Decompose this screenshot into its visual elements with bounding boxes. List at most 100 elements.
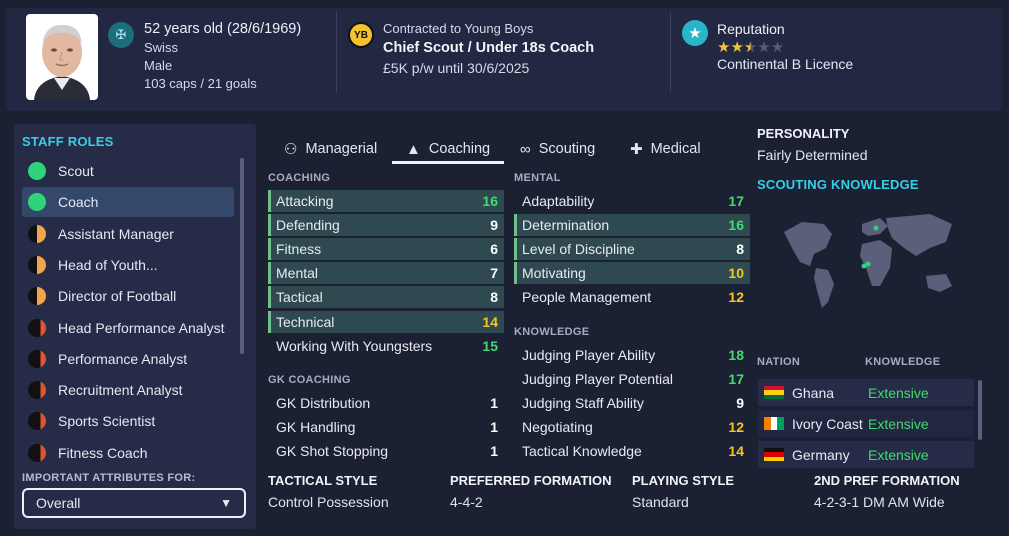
knowledge-column-header: KNOWLEDGE (865, 356, 941, 368)
nation-row[interactable]: Ivory Coast Extensive (758, 410, 974, 437)
attribute-label: Judging Player Potential (522, 371, 673, 387)
role-label: Scout (58, 163, 94, 179)
attribute-value: 8 (490, 289, 498, 306)
attribute-row[interactable]: Fitness 6 (268, 238, 504, 261)
tactical-style-label: TACTICAL STYLE (268, 473, 378, 488)
attribute-value: 1 (490, 419, 498, 435)
attribute-row[interactable]: Adaptability 17 (514, 190, 750, 212)
important-attributes-dropdown[interactable]: Overall ▼ (22, 488, 246, 518)
attribute-row[interactable]: Tactical Knowledge 14 (514, 440, 750, 462)
role-suitability-icon (28, 381, 46, 400)
attribute-row[interactable]: GK Handling 1 (268, 416, 504, 438)
attribute-label: GK Handling (276, 419, 356, 435)
attribute-value: 1 (490, 395, 498, 411)
mental-heading: MENTAL (514, 172, 561, 184)
contract-club[interactable]: Contracted to Young Boys (383, 20, 533, 38)
attribute-row[interactable]: Technical 14 (268, 310, 504, 333)
reputation-label: Reputation (717, 21, 785, 37)
attribute-row[interactable]: Judging Player Potential 17 (514, 368, 750, 390)
role-item[interactable]: Sports Scientist (22, 406, 234, 436)
international-caps[interactable]: 103 caps / 21 goals (144, 75, 257, 93)
role-item[interactable]: Head of Youth... (22, 250, 234, 280)
roles-scrollbar[interactable] (240, 158, 244, 354)
attribute-label: Determination (522, 217, 610, 234)
playing-style-label: PLAYING STYLE (632, 473, 735, 488)
attribute-row[interactable]: Mental 7 (268, 262, 504, 285)
attribute-value: 18 (728, 347, 744, 363)
star-badge-icon: ★ (682, 20, 708, 46)
attribute-value: 12 (728, 419, 744, 435)
attribute-label: Attacking (276, 193, 334, 209)
attribute-row[interactable]: Judging Staff Ability 9 (514, 392, 750, 414)
club-badge-icon[interactable]: YB (348, 22, 374, 48)
attribute-label: Adaptability (522, 193, 595, 209)
knowledge-heading: KNOWLEDGE (514, 326, 590, 338)
attribute-row[interactable]: GK Shot Stopping 1 (268, 440, 504, 462)
attribute-row[interactable]: People Management 12 (514, 286, 750, 308)
binoculars-icon: ∞ (520, 140, 531, 158)
role-item[interactable]: Recruitment Analyst (22, 375, 234, 405)
attribute-value: 9 (736, 395, 744, 411)
tab-label: Managerial (305, 141, 378, 157)
attribute-row[interactable]: Working With Youngsters 15 (268, 335, 504, 357)
role-suitability-icon (28, 224, 46, 243)
nation-row[interactable]: Germany Extensive (758, 441, 974, 468)
attribute-row[interactable]: Determination 16 (514, 214, 750, 237)
attribute-label: Level of Discipline (522, 241, 635, 258)
nation-column-header: NATION (757, 356, 801, 368)
role-label: Recruitment Analyst (58, 382, 183, 399)
role-suitability-icon (28, 318, 46, 337)
role-label: Head Performance Analyst (58, 319, 225, 336)
attribute-value: 16 (728, 217, 744, 234)
age-dob: 52 years old (28/6/1969) (144, 21, 302, 37)
role-item[interactable]: Director of Football (22, 281, 234, 311)
attribute-label: GK Shot Stopping (276, 443, 389, 459)
ghana-flag-icon (764, 386, 784, 399)
tab-managerial[interactable]: ⚇ Managerial (284, 134, 377, 164)
role-item[interactable]: Performance Analyst (22, 344, 234, 374)
tab-scouting[interactable]: ∞ Scouting (520, 134, 595, 164)
germany-flag-icon (764, 448, 784, 461)
attribute-label: Judging Staff Ability (522, 395, 644, 411)
role-label: Sports Scientist (58, 413, 156, 430)
attribute-label: GK Distribution (276, 395, 371, 411)
role-item[interactable]: Fitness Coach (22, 438, 234, 468)
personality-heading: PERSONALITY (757, 126, 850, 141)
nationality: Swiss (144, 40, 178, 55)
attribute-label: Mental (276, 265, 319, 282)
role-suitability-icon (28, 443, 46, 462)
nation-row[interactable]: Ghana Extensive (758, 379, 974, 406)
role-label: Head of Youth... (58, 256, 158, 273)
tab-label: Scouting (538, 141, 596, 157)
attribute-value: 6 (490, 241, 498, 258)
attribute-row[interactable]: Defending 9 (268, 214, 504, 237)
nation-name: Ivory Coast (792, 415, 863, 432)
personality-value: Fairly Determined (757, 147, 868, 163)
reputation-stars[interactable]: ★★★★★ (717, 38, 784, 56)
attribute-row[interactable]: Negotiating 12 (514, 416, 750, 438)
attribute-row[interactable]: Level of Discipline 8 (514, 238, 750, 261)
attribute-row[interactable]: Attacking 16 (268, 190, 504, 212)
role-item[interactable]: Head Performance Analyst (22, 313, 234, 343)
header-divider (336, 12, 337, 92)
attribute-label: Tactical (276, 289, 323, 306)
attribute-value: 15 (482, 337, 498, 354)
ivory-coast-flag-icon (764, 417, 784, 430)
attribute-label: Fitness (276, 241, 322, 258)
nation-scrollbar[interactable] (978, 380, 982, 440)
attribute-value: 14 (482, 313, 498, 330)
tab-coaching[interactable]: ▲ Coaching (406, 134, 490, 164)
attribute-row[interactable]: Tactical 8 (268, 286, 504, 309)
tab-medical[interactable]: ✚ Medical (630, 134, 701, 164)
role-item[interactable]: Coach (22, 187, 234, 218)
role-item[interactable]: Assistant Manager (22, 219, 234, 249)
role-item[interactable]: Scout (22, 156, 234, 186)
attribute-row[interactable]: Judging Player Ability 18 (514, 344, 750, 366)
scouting-world-map[interactable] (780, 204, 960, 319)
dropdown-value: Overall (36, 495, 81, 511)
role-label: Coach (58, 194, 99, 211)
attribute-row[interactable]: Motivating 10 (514, 262, 750, 285)
attribute-row[interactable]: GK Distribution 1 (268, 392, 504, 414)
attribute-label: Working With Youngsters (276, 337, 433, 354)
scouting-knowledge-heading: SCOUTING KNOWLEDGE (757, 177, 919, 192)
